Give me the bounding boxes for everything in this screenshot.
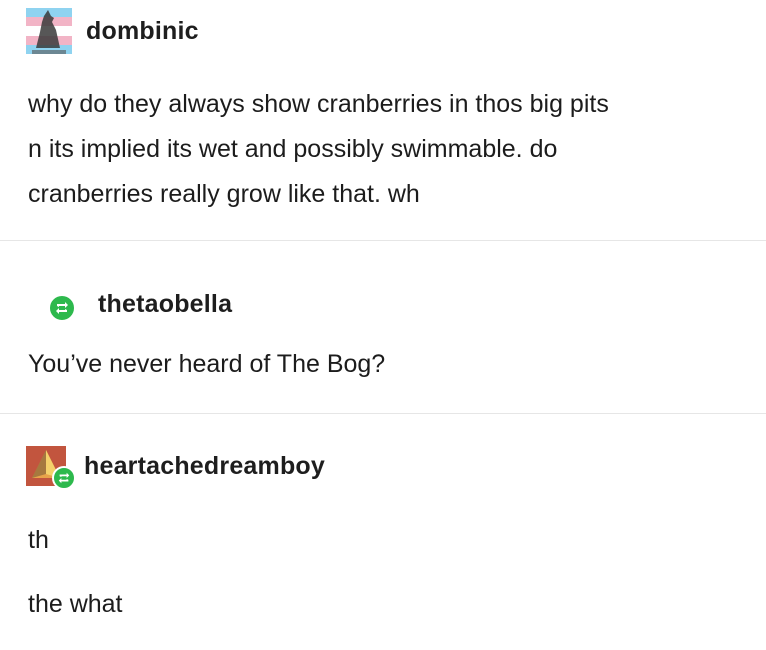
post-body-line: the what	[28, 590, 123, 618]
post-body: why do they always show cranberries in t…	[28, 90, 609, 208]
trans-flag-avatar-icon[interactable]	[26, 8, 72, 54]
post-header: dombinic	[26, 8, 199, 54]
username[interactable]: dombinic	[86, 17, 199, 46]
pyramid-avatar-icon[interactable]	[26, 446, 76, 490]
reblog-icon	[52, 466, 76, 490]
username[interactable]: heartachedreamboy	[84, 452, 325, 481]
reblog-icon	[48, 294, 76, 322]
divider	[0, 240, 766, 241]
post-header: thetaobella	[26, 282, 232, 326]
divider	[0, 413, 766, 414]
post-header: heartachedreamboy	[26, 446, 325, 490]
post-body-line: th	[28, 526, 49, 554]
post-body: You’ve never heard of The Bog?	[28, 350, 386, 378]
reblog-avatar[interactable]	[26, 282, 76, 326]
username[interactable]: thetaobella	[98, 290, 232, 319]
